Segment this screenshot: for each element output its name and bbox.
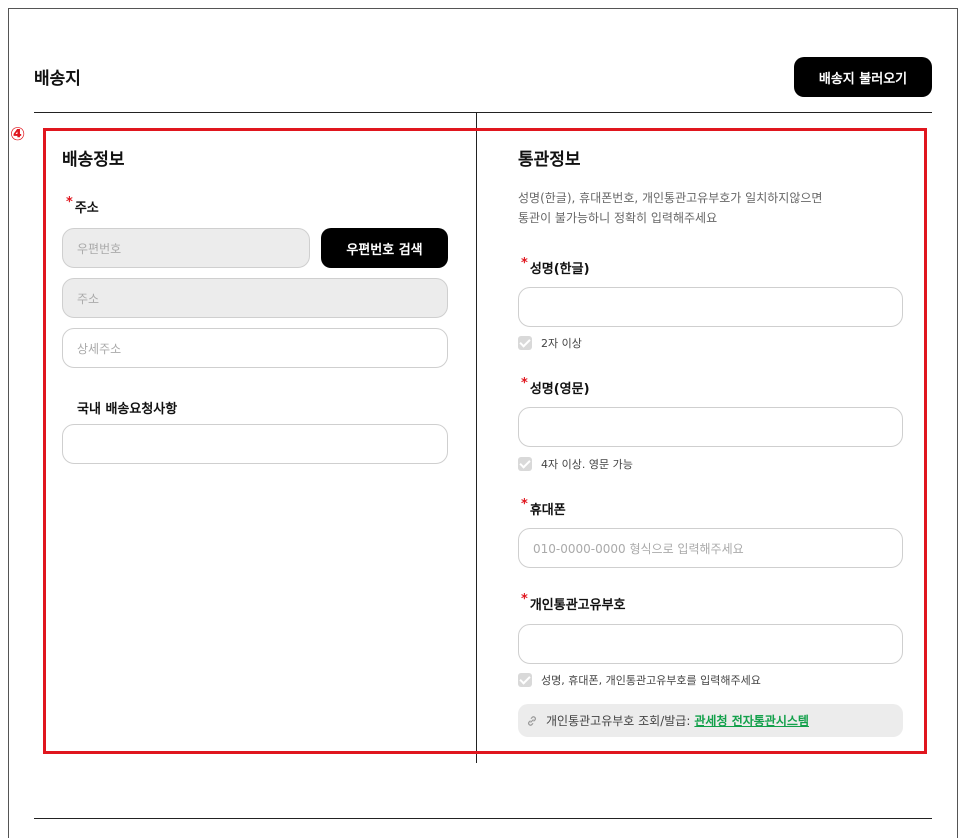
check-icon (518, 673, 532, 687)
postcode-input[interactable]: 우편번호 (62, 228, 310, 268)
detail-address-input[interactable]: 상세주소 (62, 328, 448, 368)
address-input[interactable]: 주소 (62, 278, 448, 318)
phone-label-text: 휴대폰 (529, 503, 566, 518)
required-mark: * (521, 256, 528, 271)
delivery-request-input[interactable] (62, 424, 448, 464)
shipping-section-title: 배송정보 (62, 150, 125, 170)
name-en-hint: 4자 이상. 영문 가능 (518, 456, 633, 472)
required-mark: * (66, 195, 73, 210)
customs-notice-line2: 통관이 불가능하니 정확히 입력해주세요 (518, 211, 718, 225)
link-icon (528, 715, 536, 726)
pccc-label-text: 개인통관고유부호 (529, 598, 626, 613)
customs-notice-line1: 성명(한글), 휴대폰번호, 개인통관고유부호가 일치하지않으면 (518, 191, 823, 205)
required-mark: * (521, 376, 528, 391)
name-kr-hint-text: 2자 이상 (541, 337, 582, 350)
page-title: 배송지 (34, 69, 81, 89)
required-mark: * (521, 592, 528, 607)
address-label-text: 주소 (74, 201, 99, 216)
footer-divider (34, 818, 932, 819)
name-en-label: * 성명(영문) (521, 376, 590, 397)
pccc-input[interactable] (518, 624, 903, 664)
postcode-search-button[interactable]: 우편번호 검색 (321, 228, 448, 268)
load-address-button[interactable]: 배송지 불러오기 (794, 57, 932, 97)
required-mark: * (521, 497, 528, 512)
pccc-hint-text: 성명, 휴대폰, 개인통관고유부호를 입력해주세요 (541, 674, 761, 687)
phone-label: * 휴대폰 (521, 497, 566, 518)
step-badge: ④ (10, 124, 26, 145)
name-kr-label-text: 성명(한글) (529, 262, 590, 277)
pccc-label: * 개인통관고유부호 (521, 592, 626, 613)
customs-section-title: 통관정보 (518, 150, 581, 170)
customs-notice: 성명(한글), 휴대폰번호, 개인통관고유부호가 일치하지않으면 통관이 불가능… (518, 188, 822, 228)
name-kr-input[interactable] (518, 287, 903, 327)
address-label: * 주소 (66, 195, 99, 216)
check-icon (518, 457, 532, 471)
name-en-hint-text: 4자 이상. 영문 가능 (541, 458, 633, 471)
pccc-lookup-link[interactable]: 관세청 전자통관시스템 (694, 712, 809, 729)
name-kr-hint: 2자 이상 (518, 335, 582, 351)
phone-input[interactable]: 010-0000-0000 형식으로 입력해주세요 (518, 528, 903, 568)
check-icon (518, 336, 532, 350)
pccc-lookup-text: 개인통관고유부호 조회/발급: (546, 714, 691, 728)
name-kr-label: * 성명(한글) (521, 256, 590, 277)
name-en-input[interactable] (518, 407, 903, 447)
header-divider (34, 112, 932, 113)
pccc-lookup-bar: 개인통관고유부호 조회/발급: 관세청 전자통관시스템 (518, 704, 903, 737)
name-en-label-text: 성명(영문) (529, 382, 590, 397)
delivery-request-label: 국내 배송요청사항 (77, 402, 178, 417)
pccc-hint: 성명, 휴대폰, 개인통관고유부호를 입력해주세요 (518, 672, 761, 688)
